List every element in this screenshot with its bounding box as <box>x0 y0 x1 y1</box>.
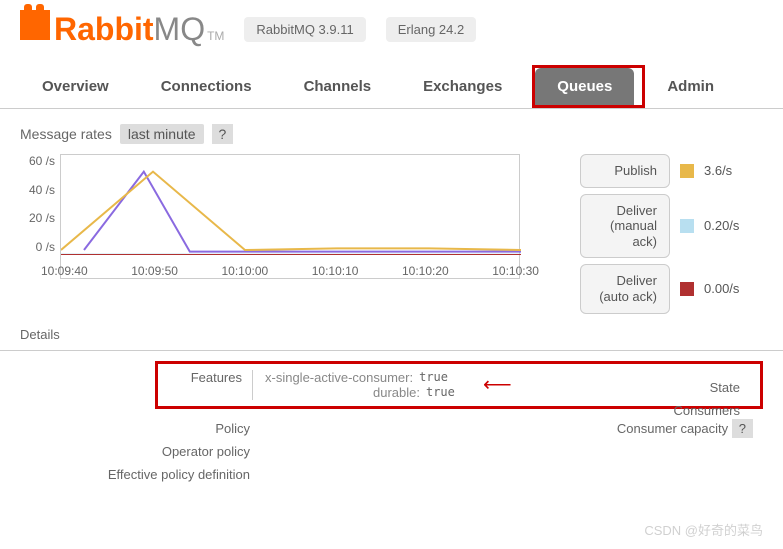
message-rates-chart: 10:09:4010:09:5010:10:0010:10:1010:10:20… <box>60 154 520 279</box>
consumers-label: Consumers <box>674 399 740 422</box>
chart-x-axis: 10:09:4010:09:5010:10:0010:10:1010:10:20… <box>41 264 539 278</box>
features-highlight: Features x-single-active-consumer: true … <box>155 361 763 409</box>
rates-title: Message rates <box>20 126 112 142</box>
main-nav: Overview Connections Channels Exchanges … <box>0 68 783 109</box>
state-label: State <box>674 376 740 399</box>
nav-exchanges[interactable]: Exchanges <box>401 68 524 108</box>
erlang-badge: Erlang 24.2 <box>386 17 477 42</box>
legend-swatch <box>680 219 694 233</box>
operator-policy-label: Operator policy <box>20 444 260 459</box>
nav-admin[interactable]: Admin <box>645 68 736 108</box>
nav-overview[interactable]: Overview <box>20 68 131 108</box>
arrow-annotation: ⟵ <box>483 372 512 397</box>
feature-key: durable: <box>373 385 420 400</box>
consumer-capacity-label: Consumer capacity <box>617 421 728 436</box>
legend-button[interactable]: Deliver (auto ack) <box>580 264 670 313</box>
feature-val: true <box>426 385 455 400</box>
details-header[interactable]: Details <box>0 319 783 351</box>
legend-value: 3.6/s <box>704 163 732 178</box>
logo-text-rabbit: Rabbit <box>54 11 154 48</box>
help-icon[interactable]: ? <box>212 124 234 144</box>
legend-value: 0.00/s <box>704 281 739 296</box>
version-badge: RabbitMQ 3.9.11 <box>244 17 365 42</box>
logo-tm: TM <box>207 29 224 43</box>
policy-label: Policy <box>20 421 260 436</box>
nav-queues[interactable]: Queues <box>535 68 634 105</box>
logo[interactable]: RabbitMQTM <box>20 10 224 48</box>
features-label: Features <box>168 370 253 400</box>
effective-policy-label: Effective policy definition <box>20 467 260 482</box>
rates-period[interactable]: last minute <box>120 124 204 144</box>
rabbit-icon <box>20 10 50 40</box>
legend-value: 0.20/s <box>704 218 739 233</box>
feature-val: true <box>419 370 448 385</box>
nav-channels[interactable]: Channels <box>282 68 394 108</box>
logo-text-mq: MQ <box>154 11 206 48</box>
chart-y-axis: 60 /s40 /s20 /s0 /s <box>20 154 55 254</box>
legend-button[interactable]: Publish <box>580 154 670 188</box>
legend-swatch <box>680 282 694 296</box>
nav-connections[interactable]: Connections <box>139 68 274 108</box>
watermark: CSDN @好奇的菜鸟 <box>644 520 763 539</box>
legend-swatch <box>680 164 694 178</box>
help-icon[interactable]: ? <box>732 419 753 438</box>
feature-key: x-single-active-consumer: <box>265 370 413 385</box>
legend-button[interactable]: Deliver (manual ack) <box>580 194 670 259</box>
chart-legend: Publish 3.6/s Deliver (manual ack) 0.20/s De… <box>580 154 763 314</box>
